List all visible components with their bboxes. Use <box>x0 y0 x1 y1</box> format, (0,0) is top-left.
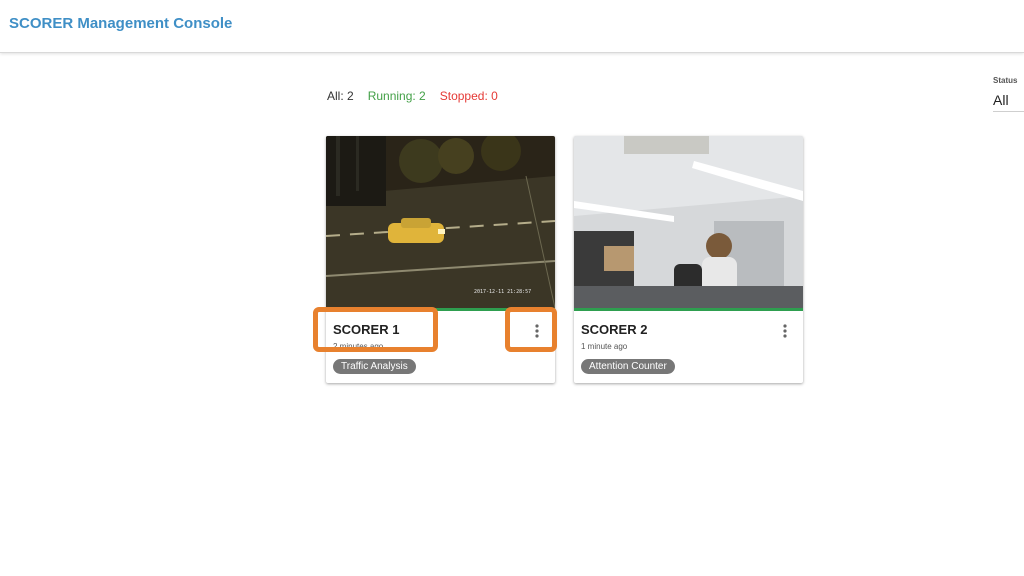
device-card-scorer-2[interactable]: SCORER 2 1 minute ago Attention Counter <box>574 136 803 383</box>
night-street-image: 2017-12-11 21:28:57 <box>326 136 555 308</box>
summary-all[interactable]: All: 2 <box>327 89 354 103</box>
camera-thumbnail[interactable]: 2017-12-11 21:28:57 <box>326 136 555 308</box>
timestamp-overlay: 2017-12-11 21:28:57 <box>474 289 531 295</box>
camera-thumbnail[interactable] <box>574 136 803 308</box>
summary-stopped[interactable]: Stopped: 0 <box>440 89 498 103</box>
device-summary: All: 2 Running: 2 Stopped: 0 <box>327 89 498 103</box>
summary-running[interactable]: Running: 2 <box>368 89 426 103</box>
card-last-updated: 1 minute ago <box>581 342 628 351</box>
app-tag[interactable]: Attention Counter <box>581 359 675 374</box>
status-filter-select[interactable]: All <box>993 92 1024 112</box>
card-menu-button[interactable] <box>777 322 793 340</box>
status-filter-label: Status <box>993 76 1018 85</box>
status-filter[interactable]: Status All <box>993 76 1024 112</box>
office-image <box>574 136 803 308</box>
app-title[interactable]: SCORER Management Console <box>9 15 232 32</box>
app-tag[interactable]: Traffic Analysis <box>333 359 416 374</box>
status-bar <box>574 308 803 311</box>
more-vert-icon <box>783 324 787 338</box>
card-name[interactable]: SCORER 2 <box>581 322 647 337</box>
highlight-menu-button <box>505 307 557 352</box>
app-header: SCORER Management Console <box>0 0 1024 53</box>
highlight-card-name <box>313 307 438 352</box>
